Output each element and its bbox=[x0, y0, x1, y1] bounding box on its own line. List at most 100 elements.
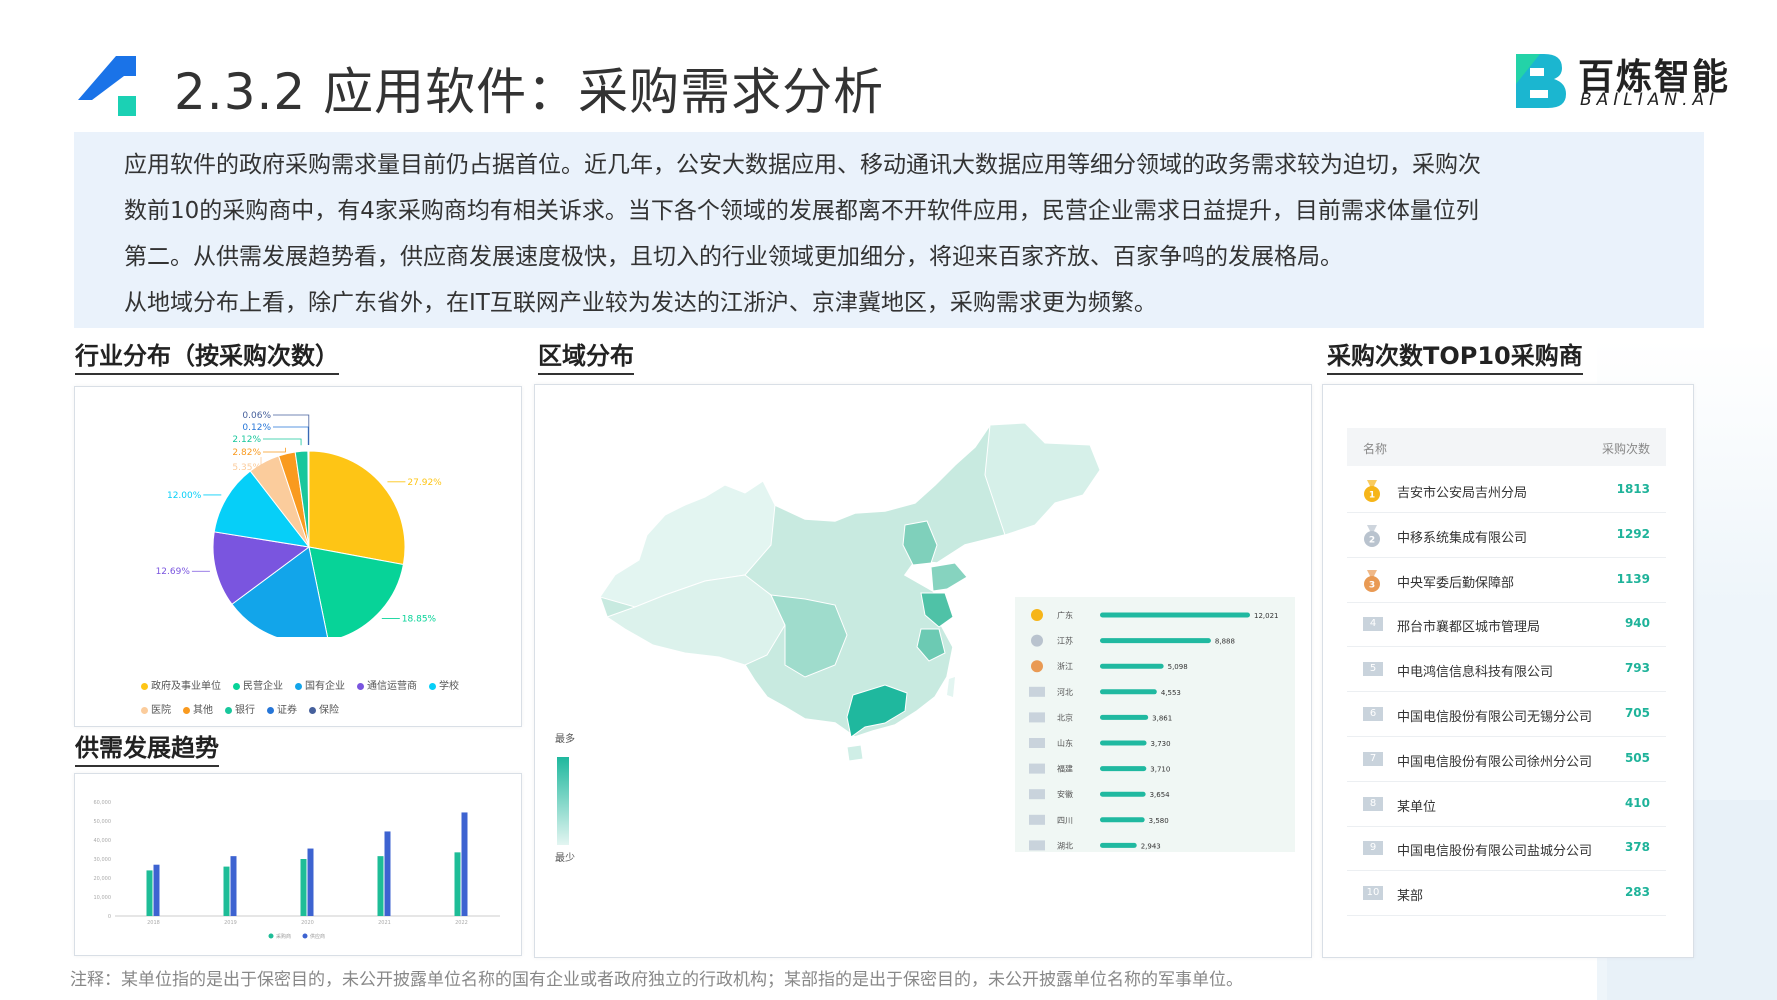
pie-label-1: 18.85% bbox=[402, 614, 437, 624]
table-row: 7 中国电信股份有限公司徐州分公司 505 bbox=[1347, 737, 1666, 782]
region-value-2: 5,098 bbox=[1168, 663, 1188, 671]
legend-dot-icon bbox=[141, 706, 148, 714]
buyer-name: 中央军委后勤保障部 bbox=[1397, 575, 1515, 591]
region-value-7: 3,654 bbox=[1150, 791, 1171, 799]
brand-logo: 百炼智能 BAILIAN.AI bbox=[1510, 48, 1735, 110]
trend-bar-panel: 0 10,000 20,000 30,000 40,000 50,000 60,000 201… bbox=[74, 773, 522, 956]
buyer-name: 中国电信股份有限公司徐州分公司 bbox=[1397, 754, 1593, 770]
pie-slice-0 bbox=[308, 450, 406, 566]
trend-bar-采购商-2018 bbox=[146, 870, 153, 916]
purchase-count: 410 bbox=[1624, 795, 1650, 810]
buyer-name: 吉安市公安局吉州分局 bbox=[1397, 486, 1528, 501]
trend-legend-dot-icon bbox=[268, 933, 274, 939]
region-name-1: 江苏 bbox=[1057, 636, 1073, 646]
region-name-9: 湖北 bbox=[1057, 841, 1073, 850]
legend-dot-icon bbox=[233, 682, 240, 690]
trend-ytick-5: 50,000 bbox=[94, 819, 112, 825]
region-rank-box bbox=[1015, 597, 1295, 852]
footnote: 注释：某单位指的是出于保密目的，未公开披露单位名称的国有企业或者政府独立的行政机… bbox=[70, 970, 1243, 990]
brand-subtitle: BAILIAN.AI bbox=[1580, 90, 1720, 110]
industry-pie-chart: 27.92%18.85%18.06%12.69%12.00%5.35%2.82%… bbox=[156, 411, 442, 637]
pie-leader-7 bbox=[263, 438, 302, 446]
rank-badge-4 bbox=[1029, 686, 1045, 697]
purchase-count: 793 bbox=[1624, 661, 1650, 676]
industry-pie-panel: 27.92%18.85%18.06%12.69%12.00%5.35%2.82%… bbox=[74, 386, 522, 727]
trend-ytick-1: 10,000 bbox=[94, 895, 112, 901]
section-logo-icon bbox=[78, 56, 136, 116]
table-row: 2 中移系统集成有限公司 1292 bbox=[1347, 513, 1666, 558]
purchase-count: 505 bbox=[1624, 750, 1650, 765]
table-row: 5 中电鸿信信息科技有限公司 793 bbox=[1347, 647, 1666, 693]
trend-xtick-3: 2021 bbox=[378, 920, 391, 926]
pie-label-5: 5.35% bbox=[232, 463, 261, 473]
legend-label: 其他 bbox=[193, 705, 213, 716]
medal-icon bbox=[1031, 609, 1043, 621]
legend-label: 学校 bbox=[439, 681, 459, 692]
trend-bar-供应商-2021 bbox=[384, 831, 391, 916]
legend-label: 证券 bbox=[277, 705, 297, 716]
map-legend-max: 最多 bbox=[555, 732, 575, 745]
trend-legend-1: 供应商 bbox=[310, 933, 325, 940]
region-bar-7 bbox=[1100, 791, 1146, 797]
region-value-3: 4,553 bbox=[1161, 689, 1181, 697]
region-bar-2 bbox=[1100, 663, 1164, 669]
region-name-4: 北京 bbox=[1057, 712, 1073, 722]
table-row: 1 吉安市公安局吉州分局 1813 bbox=[1347, 468, 1666, 513]
trend-xtick-0: 2018 bbox=[147, 920, 160, 926]
medal-icon bbox=[1031, 660, 1043, 673]
trend-ytick-0: 0 bbox=[108, 914, 111, 920]
table-row: 3 中央军委后勤保障部 1139 bbox=[1347, 558, 1666, 603]
section-title-top10: 采购次数TOP10采购商 bbox=[1327, 336, 1583, 375]
legend-dot-icon bbox=[295, 682, 302, 690]
pie-label-0: 27.92% bbox=[407, 478, 442, 488]
purchase-count: 705 bbox=[1624, 706, 1650, 720]
pie-legend-item-6: 其他 bbox=[183, 705, 213, 716]
region-name-0: 广东 bbox=[1057, 610, 1073, 620]
rank-badge: 9 bbox=[1363, 841, 1383, 856]
trend-bar-供应商-2019 bbox=[230, 856, 237, 916]
region-bar-1 bbox=[1100, 638, 1211, 644]
trend-ytick-4: 40,000 bbox=[94, 838, 112, 844]
pie-legend-item-2: 国有企业 bbox=[295, 681, 345, 692]
region-hainan bbox=[846, 744, 864, 762]
trend-xtick-4: 2022 bbox=[455, 920, 468, 926]
top10-table-header: 名称 采购次数 bbox=[1347, 428, 1666, 466]
region-bar-3 bbox=[1100, 689, 1157, 695]
pie-leader-9 bbox=[273, 414, 310, 446]
pie-label-3: 12.69% bbox=[156, 567, 191, 577]
table-row: 4 邢台市襄都区城市管理局 940 bbox=[1347, 602, 1666, 648]
pie-label-6: 2.82% bbox=[232, 448, 261, 458]
rank-badge: 8 bbox=[1363, 796, 1383, 811]
purchase-count: 940 bbox=[1624, 616, 1650, 631]
trend-bar-采购商-2020 bbox=[300, 859, 307, 916]
trend-bar-chart: 0 10,000 20,000 30,000 40,000 50,000 60,000 201… bbox=[94, 800, 500, 940]
rank-badge: 5 bbox=[1363, 662, 1383, 677]
legend-dot-icon bbox=[267, 706, 274, 714]
brand-icon bbox=[1516, 54, 1566, 108]
medal-icon: 1 bbox=[1364, 480, 1380, 502]
china-map: 最多 最少 广东 12,021 江苏 8,888 浙江 5,098 河北 4,553 北京 3,8… bbox=[555, 422, 1295, 864]
region-name-6: 福建 bbox=[1057, 764, 1073, 774]
pie-legend-row-1: 政府及事业单位 民营企业 国有企业 通信运营商 学校 bbox=[141, 677, 471, 692]
rank-badge-10 bbox=[1029, 840, 1045, 851]
region-bar-5 bbox=[1100, 740, 1147, 746]
region-name-2: 浙江 bbox=[1057, 661, 1073, 671]
medal-icon bbox=[1031, 634, 1043, 647]
region-bar-0 bbox=[1100, 612, 1250, 618]
region-value-4: 3,861 bbox=[1152, 714, 1172, 722]
region-taiwan bbox=[947, 677, 955, 697]
trend-bar-供应商-2018 bbox=[153, 864, 160, 916]
trend-bar-供应商-2022 bbox=[461, 812, 468, 916]
col-count-header: 采购次数 bbox=[1601, 442, 1650, 456]
buyer-name: 邢台市襄都区城市管理局 bbox=[1397, 620, 1541, 636]
region-value-5: 3,730 bbox=[1151, 740, 1171, 748]
buyer-name: 某部 bbox=[1397, 889, 1424, 905]
section-title-industry: 行业分布（按采购次数） bbox=[75, 336, 339, 375]
pie-legend-row-2: 医院 其他 银行 证券 保险 bbox=[141, 701, 351, 716]
trend-ytick-2: 20,000 bbox=[94, 876, 112, 882]
medal-icon: 2 bbox=[1364, 524, 1380, 547]
region-value-8: 3,580 bbox=[1149, 817, 1169, 825]
buyer-name: 中国电信股份有限公司盐城分公司 bbox=[1397, 844, 1593, 860]
trend-ytick-3: 30,000 bbox=[94, 857, 112, 863]
legend-label: 银行 bbox=[235, 705, 255, 716]
